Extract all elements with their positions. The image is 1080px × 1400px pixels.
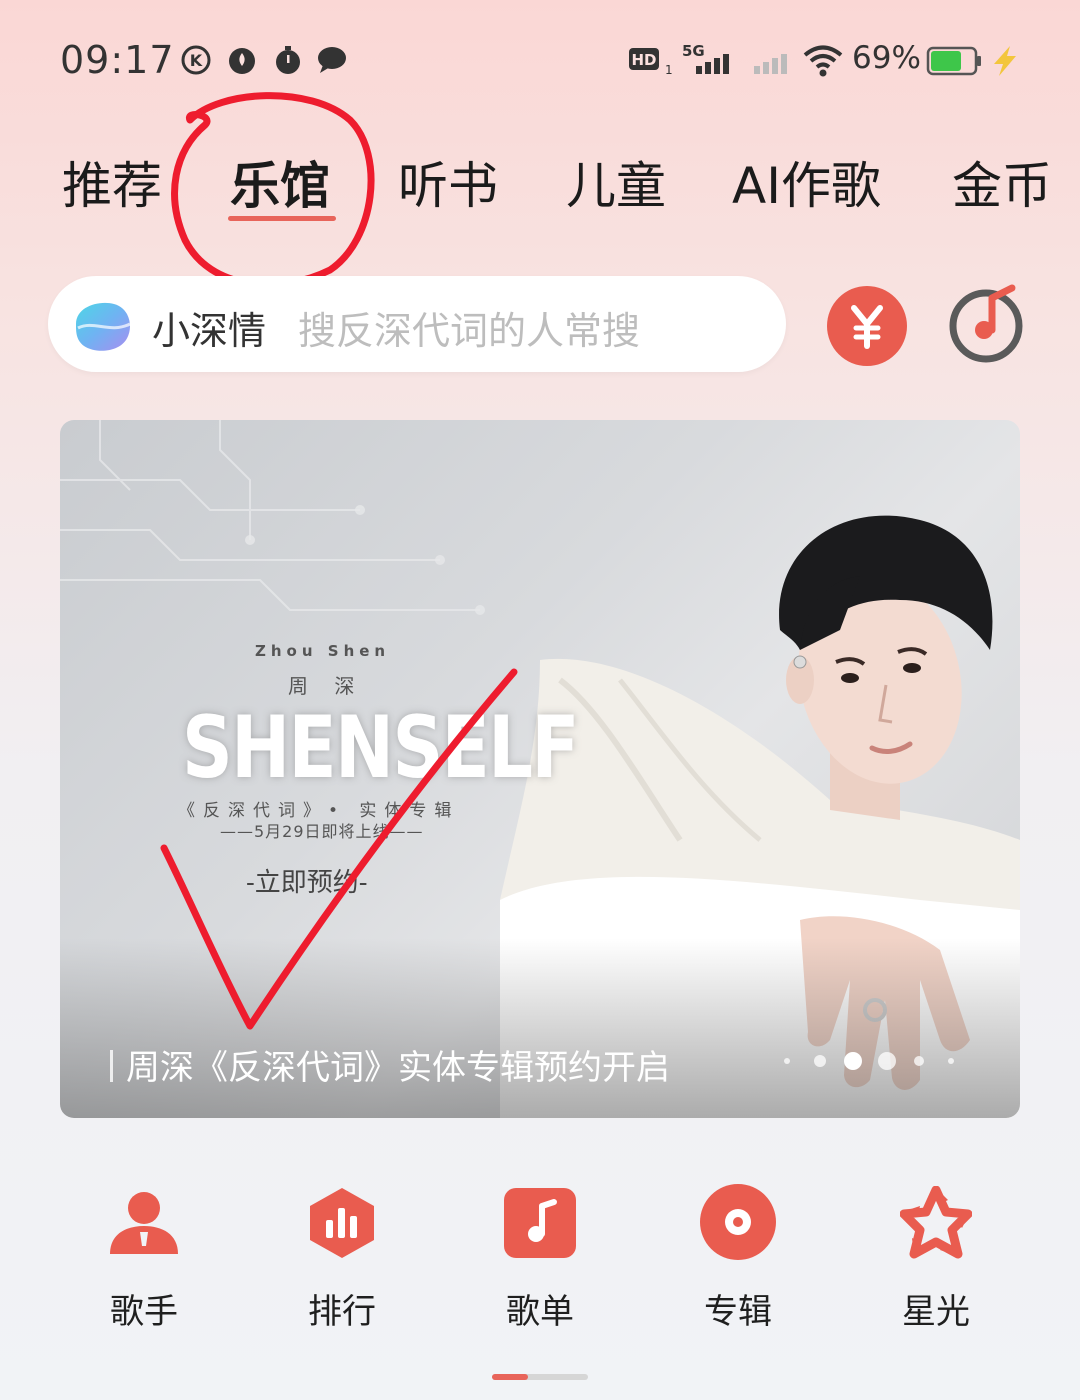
carousel-dot bbox=[948, 1058, 954, 1064]
carousel-dot-active bbox=[844, 1052, 862, 1070]
status-bar: 09:17 K HD 1 5G 69% bbox=[0, 0, 1080, 120]
album-release-date: ——5月29日即将上线—— bbox=[220, 822, 424, 841]
carousel-dot bbox=[878, 1052, 896, 1070]
nav-singers[interactable]: 歌手 bbox=[74, 1180, 214, 1332]
carousel-dots bbox=[784, 1050, 964, 1072]
nav-starlight[interactable]: 星光 bbox=[866, 1180, 1006, 1332]
cell-signal-2-icon bbox=[754, 54, 787, 74]
banner-caption-shade bbox=[60, 938, 1020, 1118]
chart-rank-icon bbox=[310, 1188, 374, 1258]
tab-recommend[interactable]: 推荐 bbox=[62, 146, 162, 218]
nav-singers-label: 歌手 bbox=[110, 1292, 178, 1332]
section-page-indicator-active bbox=[492, 1374, 528, 1380]
nav-albums[interactable]: 专辑 bbox=[668, 1180, 808, 1332]
tab-audiobooks[interactable]: 听书 bbox=[398, 146, 498, 218]
battery-percent: 69% bbox=[852, 40, 921, 76]
album-artist-cn: 周 深 bbox=[288, 674, 365, 698]
album-artist-latin: Zhou Shen bbox=[255, 642, 391, 660]
nav-rankings-label: 排行 bbox=[308, 1292, 376, 1332]
hd-label: HD bbox=[631, 51, 656, 69]
tab-kids[interactable]: 儿童 bbox=[566, 146, 666, 218]
nav-rankings[interactable]: 排行 bbox=[272, 1180, 412, 1332]
search-bar[interactable]: 小深情 搜反深代词的人常搜 bbox=[48, 276, 786, 372]
hd-indicator: HD 1 bbox=[628, 40, 673, 80]
search-input[interactable]: 搜反深代词的人常搜 bbox=[298, 300, 640, 355]
xiaoshenqing-logo-icon bbox=[76, 302, 131, 351]
yen-icon bbox=[851, 305, 883, 349]
album-preorder-cta[interactable]: -立即预约- bbox=[246, 862, 368, 899]
wifi-icon bbox=[803, 45, 843, 77]
battery-icon bbox=[926, 46, 981, 76]
banner-caption: 周深《反深代词》实体专辑预约开启 bbox=[126, 1048, 670, 1088]
carousel-dot bbox=[914, 1056, 924, 1066]
status-time: 09:17 bbox=[60, 38, 175, 82]
tab-coins[interactable]: 金币 bbox=[952, 146, 1052, 218]
nav-albums-label: 专辑 bbox=[704, 1292, 772, 1332]
music-note-circle-icon bbox=[949, 284, 1023, 363]
top-tabs: 推荐 乐馆 听书 儿童 AI作歌 金币 bbox=[0, 140, 1080, 240]
search-brand-label: 小深情 bbox=[152, 309, 267, 353]
coin-center-button[interactable] bbox=[827, 286, 907, 366]
svg-text:1: 1 bbox=[665, 63, 672, 77]
nav-playlists-label: 歌单 bbox=[506, 1292, 574, 1332]
timer-icon bbox=[276, 46, 300, 74]
album-disc-icon bbox=[700, 1184, 776, 1260]
quick-nav: 歌手 排行 歌单 专辑 星光 bbox=[0, 1180, 1080, 1340]
nav-playlists[interactable]: 歌单 bbox=[470, 1180, 610, 1332]
chat-bubble-icon bbox=[318, 47, 346, 73]
active-tab-indicator bbox=[228, 216, 336, 221]
tab-music-hall[interactable]: 乐馆 bbox=[230, 146, 330, 218]
charging-bolt-icon bbox=[994, 46, 1016, 76]
flame-icon bbox=[229, 48, 255, 74]
singer-icon bbox=[110, 1192, 178, 1254]
tab-ai-songwriting[interactable]: AI作歌 bbox=[732, 146, 881, 218]
caption-divider bbox=[110, 1050, 113, 1082]
cell-signal-icon: 5G bbox=[682, 40, 734, 80]
album-logo-text: SHENSELF bbox=[182, 698, 580, 798]
promo-banner[interactable]: Zhou Shen 周 深 SHENSELF 《反深代词》• 实体专辑 ——5月… bbox=[60, 420, 1020, 1118]
carousel-dot bbox=[814, 1055, 826, 1067]
carousel-dot bbox=[784, 1058, 790, 1064]
nav-starlight-label: 星光 bbox=[902, 1292, 970, 1332]
playlist-icon bbox=[504, 1188, 576, 1258]
music-recognition-button[interactable] bbox=[946, 276, 1030, 366]
starlight-icon bbox=[900, 1186, 972, 1259]
svg-text:K: K bbox=[190, 51, 203, 70]
k-circle-icon: K bbox=[181, 45, 211, 75]
